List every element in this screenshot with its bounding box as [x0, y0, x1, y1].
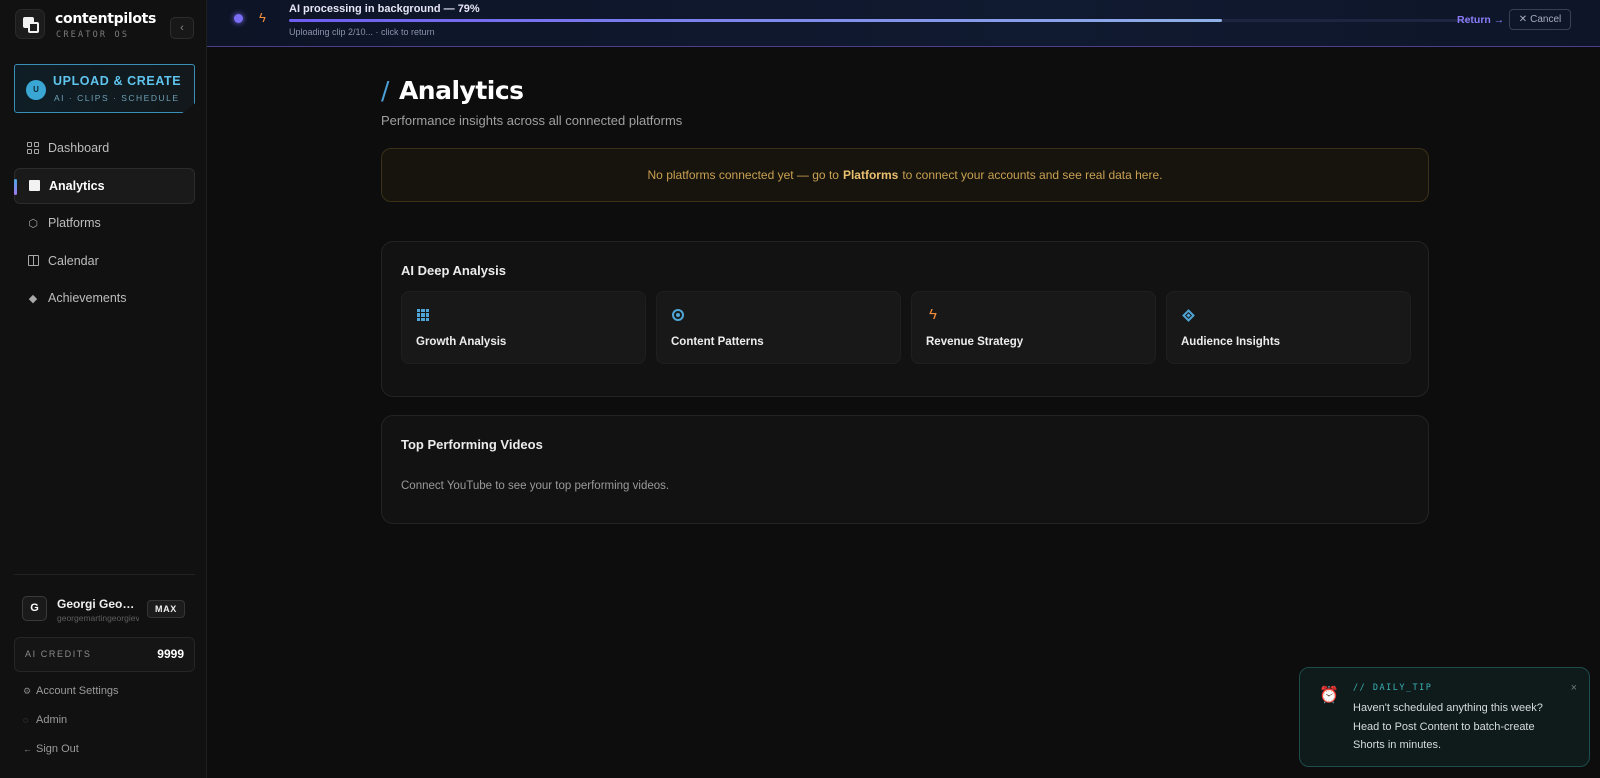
sidebar-item-platforms[interactable]: ⬡ Platforms: [14, 205, 195, 241]
page-title: / Analytics: [381, 76, 524, 105]
user-name: Georgi Georgiev: [57, 597, 139, 611]
brand-subtitle: CREATOR OS: [56, 30, 130, 40]
analytics-square-icon: [27, 179, 41, 193]
cancel-button[interactable]: ✕ Cancel: [1509, 9, 1571, 30]
sidebar-nav: Dashboard Analytics ⬡ Platforms Calendar…: [14, 130, 195, 318]
background-processing-bar[interactable]: ϟ AI processing in background — 79% Uplo…: [207, 0, 1600, 47]
brand-name: contentpilots: [55, 11, 157, 27]
notice-text-before: No platforms connected yet — go to: [647, 168, 839, 182]
admin-label: Admin: [36, 714, 68, 726]
tile-label: Revenue Strategy: [926, 336, 1024, 348]
daily-tip-toast: ⏰ // DAILY_TIP Haven't scheduled anythin…: [1299, 667, 1590, 767]
ai-deep-analysis-title: AI Deep Analysis: [401, 263, 507, 278]
tile-label: Content Patterns: [671, 336, 764, 348]
sidebar-item-label: Analytics: [49, 178, 105, 193]
plan-badge: MAX: [147, 600, 185, 618]
growth-analysis-button[interactable]: Growth Analysis: [401, 291, 646, 364]
sidebar-item-label: Platforms: [48, 216, 101, 230]
sidebar: contentpilots CREATOR OS ‹ U UPLOAD & CR…: [0, 0, 207, 778]
brand-logo-icon: [15, 9, 45, 39]
avatar: G: [22, 596, 47, 621]
ai-analysis-grid: Growth Analysis Content Patterns ϟ Reven…: [401, 291, 1411, 364]
user-profile[interactable]: G Georgi Georgiev georgemartingeorgiev M…: [22, 596, 192, 626]
sidebar-item-label: Achievements: [48, 291, 127, 305]
upload-create-button[interactable]: U UPLOAD & CREATE AI · CLIPS · SCHEDULE: [14, 64, 195, 113]
diamond-icon: ◆: [28, 292, 38, 305]
page-title-text: Analytics: [398, 76, 524, 105]
processing-title: AI processing in background — 79%: [289, 3, 480, 15]
arrow-left-icon: ←: [23, 744, 32, 754]
collapse-sidebar-button[interactable]: ‹: [170, 17, 194, 39]
return-button[interactable]: Return →: [1457, 14, 1504, 26]
audience-insights-button[interactable]: Audience Insights: [1166, 291, 1411, 364]
top-performing-videos-card: Top Performing Videos Connect YouTube to…: [381, 415, 1429, 524]
sign-out-label: Sign Out: [36, 743, 79, 755]
processing-subtitle[interactable]: Uploading clip 2/10... · click to return: [289, 27, 435, 37]
sidebar-divider: [14, 574, 195, 575]
grid-chart-icon: [416, 308, 430, 322]
hexagon-icon: ⬡: [28, 217, 38, 230]
shield-icon: ◌: [23, 715, 29, 725]
content-patterns-button[interactable]: Content Patterns: [656, 291, 901, 364]
upload-subtitle: AI · CLIPS · SCHEDULE: [54, 93, 180, 103]
admin-link[interactable]: ◌ Admin: [23, 714, 67, 726]
upload-avatar: U: [26, 80, 46, 100]
brand[interactable]: contentpilots CREATOR OS: [15, 9, 195, 40]
ai-credits: AI CREDITS 9999: [14, 637, 195, 672]
sidebar-item-label: Calendar: [48, 253, 99, 268]
title-slash: /: [381, 76, 389, 105]
alarm-clock-icon: ⏰: [1319, 687, 1339, 704]
dashboard-grid-icon: [26, 141, 40, 155]
no-platforms-notice: No platforms connected yet — go to Platf…: [381, 148, 1429, 202]
toast-body: Haven't scheduled anything this week? He…: [1353, 702, 1543, 751]
credits-label: AI CREDITS: [25, 649, 92, 659]
platforms-link[interactable]: Platforms: [843, 168, 898, 182]
account-settings-label: Account Settings: [36, 685, 119, 697]
processing-progress-fill: [289, 19, 1222, 22]
account-settings-link[interactable]: ⚙ Account Settings: [23, 685, 119, 697]
diamond-icon: [1181, 308, 1195, 322]
page-subtitle: Performance insights across all connecte…: [381, 113, 683, 128]
close-icon: ✕: [1518, 14, 1528, 25]
revenue-strategy-button[interactable]: ϟ Revenue Strategy: [911, 291, 1156, 364]
user-email: georgemartingeorgiev: [57, 613, 139, 623]
cancel-label: Cancel: [1530, 14, 1562, 25]
credits-value: 9999: [157, 647, 184, 661]
tile-label: Growth Analysis: [416, 336, 507, 348]
sidebar-item-analytics[interactable]: Analytics: [14, 167, 195, 204]
sign-out-link[interactable]: ← Sign Out: [23, 743, 79, 755]
notice-text-after: to connect your accounts and see real da…: [902, 168, 1163, 182]
bolt-icon: ϟ: [259, 10, 266, 25]
calendar-icon: [26, 254, 40, 268]
bolt-icon: ϟ: [929, 306, 937, 323]
sidebar-item-dashboard[interactable]: Dashboard: [14, 130, 195, 166]
close-icon[interactable]: ×: [1571, 682, 1577, 694]
toast-tag: // DAILY_TIP: [1353, 683, 1433, 693]
sidebar-item-label: Dashboard: [48, 141, 110, 155]
status-dot-icon: [234, 14, 243, 23]
target-icon: [671, 308, 685, 322]
chevron-left-icon: ‹: [180, 22, 184, 34]
upload-title: UPLOAD & CREATE: [53, 74, 182, 88]
top-videos-title: Top Performing Videos: [401, 437, 543, 452]
sidebar-item-calendar[interactable]: Calendar: [14, 243, 195, 279]
gear-icon: ⚙: [23, 685, 32, 696]
ai-deep-analysis-card: AI Deep Analysis Growth Analysis Content…: [381, 241, 1429, 397]
top-videos-empty-message: Connect YouTube to see your top performi…: [401, 480, 670, 492]
processing-progress-bar: [289, 19, 1470, 22]
sidebar-item-achievements[interactable]: ◆ Achievements: [14, 280, 195, 316]
tile-label: Audience Insights: [1181, 336, 1281, 348]
